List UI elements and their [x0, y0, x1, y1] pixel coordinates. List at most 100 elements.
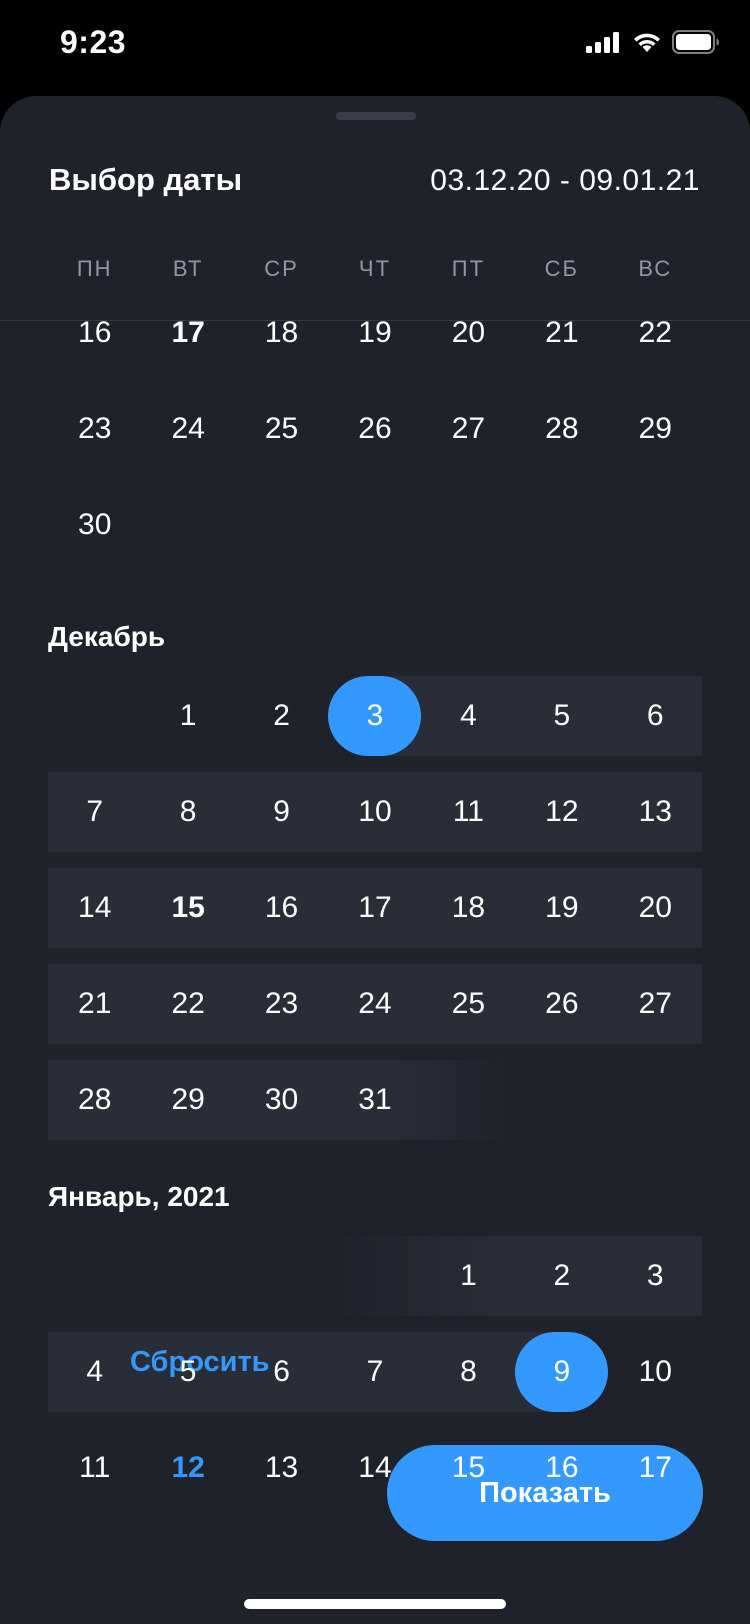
calendar-day[interactable]: 7 [48, 772, 141, 852]
day-number: 15 [171, 891, 205, 924]
calendar-day[interactable]: 24 [328, 964, 421, 1044]
calendar-day[interactable]: 1 [141, 676, 234, 756]
calendar-day[interactable]: 20 [609, 868, 702, 948]
calendar-day[interactable]: 12 [515, 772, 608, 852]
calendar-day[interactable]: 1 [422, 1236, 515, 1316]
calendar-day[interactable]: 9 [235, 772, 328, 852]
month-title: Декабрь [48, 621, 166, 652]
calendar-day[interactable]: 12 [141, 1428, 234, 1508]
calendar-day[interactable]: 27 [609, 964, 702, 1044]
calendar-day[interactable]: 14 [48, 868, 141, 948]
calendar-day[interactable]: 7 [328, 1332, 421, 1412]
day-number: 16 [264, 891, 299, 924]
day-number: 22 [638, 321, 672, 349]
day-number: 26 [358, 412, 392, 445]
calendar-day[interactable]: 13 [235, 1428, 328, 1508]
day-number: 7 [366, 1355, 384, 1388]
calendar-scroll[interactable]: 16 17 18 19 20 21 22 23 24 25 26 27 28 29 30 Декабрь 1 2 3… [0, 321, 750, 1581]
day-number: 19 [545, 891, 579, 924]
calendar-day[interactable]: 13 [609, 772, 702, 852]
calendar-day[interactable]: 22 [141, 964, 234, 1044]
calendar-day[interactable]: 19 [328, 321, 421, 373]
calendar-day[interactable]: 2 [515, 1236, 608, 1316]
calendar-day[interactable]: 24 [141, 389, 234, 469]
calendar-day[interactable]: 16 [235, 868, 328, 948]
calendar-week: 21 22 23 24 25 26 27 [48, 964, 702, 1044]
day-number: 10 [358, 795, 392, 828]
calendar-day[interactable]: 10 [609, 1332, 702, 1412]
weekday-label: ПТ [451, 256, 486, 281]
calendar-day[interactable]: 8 [141, 772, 234, 852]
day-number: 18 [451, 891, 486, 924]
calendar-week: 7 8 9 10 11 12 13 [48, 772, 702, 852]
day-number: 4 [460, 699, 477, 732]
selected-day[interactable]: 9 [515, 1332, 609, 1412]
calendar-day[interactable]: 31 [328, 1060, 421, 1140]
calendar-day[interactable]: 23 [235, 964, 328, 1044]
day-number: 9 [273, 795, 290, 828]
calendar-day[interactable]: 28 [515, 389, 608, 469]
calendar-day[interactable]: 17 [328, 868, 421, 948]
wifi-icon [632, 31, 662, 58]
day-number: 5 [179, 1355, 197, 1388]
calendar-day[interactable]: 27 [422, 389, 515, 469]
day-number: 10 [638, 1355, 672, 1388]
day-number: 23 [78, 412, 112, 445]
day-number: 8 [460, 1355, 477, 1388]
calendar-day[interactable]: 3 [609, 1236, 702, 1316]
calendar-day[interactable]: 26 [328, 389, 421, 469]
calendar-day[interactable]: 11 [48, 1428, 141, 1508]
weekday-label: ЧТ [358, 256, 392, 281]
day-number: 17 [171, 321, 205, 349]
calendar-day[interactable]: 19 [515, 868, 608, 948]
day-number: 18 [264, 321, 299, 349]
calendar-day[interactable]: 22 [609, 321, 702, 373]
calendar-day[interactable]: 21 [515, 321, 608, 373]
calendar-day[interactable]: 17 [141, 321, 234, 373]
calendar-day[interactable]: 29 [141, 1060, 234, 1140]
selected-day[interactable]: 3 [328, 676, 422, 756]
day-number: 25 [451, 987, 486, 1020]
calendar-day[interactable]: 5 [515, 676, 608, 756]
calendar-day[interactable]: 21 [48, 964, 141, 1044]
day-number: 24 [171, 412, 205, 445]
day-number: 22 [171, 987, 205, 1020]
day-number: 16 [78, 321, 112, 349]
battery-icon [672, 30, 720, 59]
calendar-day[interactable]: 20 [422, 321, 515, 373]
day-number: 31 [358, 1083, 392, 1116]
calendar-day[interactable]: 10 [328, 772, 421, 852]
day-number: 14 [78, 891, 112, 924]
sheet-grabber[interactable] [336, 112, 416, 120]
calendar-day[interactable]: 8 [422, 1332, 515, 1412]
day-number: 28 [78, 1083, 112, 1116]
calendar-day[interactable]: 29 [609, 389, 702, 469]
calendar-day[interactable]: 4 [422, 676, 515, 756]
calendar-day[interactable]: 26 [515, 964, 608, 1044]
day-number: 28 [545, 412, 579, 445]
calendar-day[interactable]: 16 [48, 321, 141, 373]
calendar-day[interactable]: 4 [48, 1332, 141, 1412]
day-number: 2 [553, 1259, 571, 1292]
status-time: 9:23 [60, 24, 127, 60]
calendar-day[interactable]: 6 [609, 676, 702, 756]
cellular-signal-icon [586, 31, 622, 58]
calendar-day[interactable]: 18 [235, 321, 328, 373]
calendar-day[interactable]: 18 [422, 868, 515, 948]
day-number: 4 [86, 1355, 104, 1388]
weekday-label: ВС [638, 256, 673, 281]
calendar-day[interactable]: 25 [235, 389, 328, 469]
reset-button[interactable]: Сбросить [130, 1346, 270, 1379]
calendar-day[interactable]: 30 [235, 1060, 328, 1140]
calendar-day[interactable]: 2 [235, 676, 328, 756]
day-number: 24 [358, 987, 392, 1020]
calendar-day[interactable]: 23 [48, 389, 141, 469]
calendar-day[interactable]: 25 [422, 964, 515, 1044]
calendar-week: 30 [48, 485, 702, 565]
day-number: 13 [264, 1451, 299, 1484]
calendar-day[interactable]: 28 [48, 1060, 141, 1140]
calendar-day[interactable]: 15 [141, 868, 234, 948]
day-number: 2 [273, 699, 290, 732]
calendar-day[interactable]: 30 [48, 485, 141, 565]
calendar-day[interactable]: 11 [422, 772, 515, 852]
